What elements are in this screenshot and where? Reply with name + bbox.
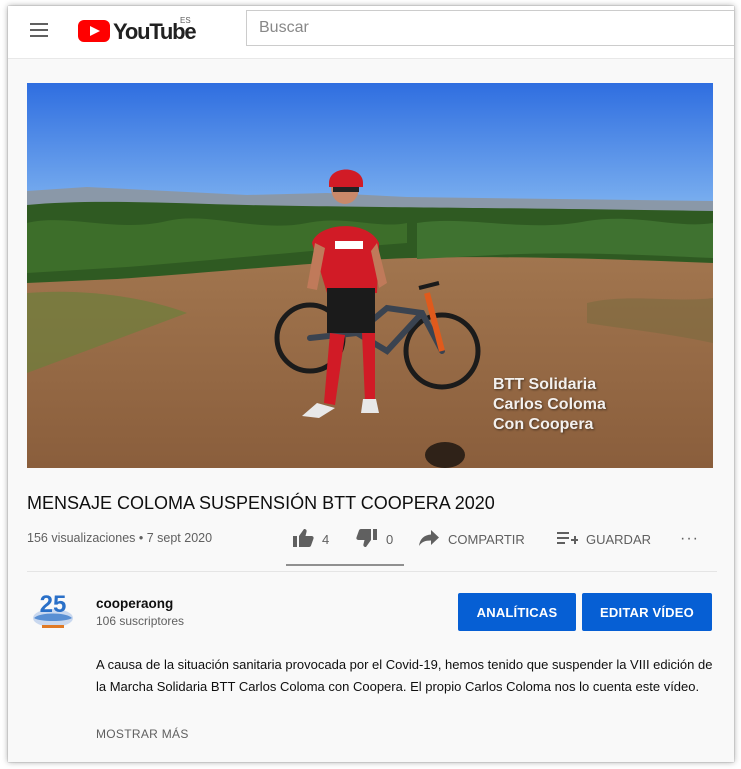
- subscriber-count: 106 suscriptores: [96, 614, 185, 628]
- save-button[interactable]: GUARDAR: [556, 527, 651, 551]
- youtube-logo[interactable]: YouTube ES: [78, 16, 208, 46]
- share-label: COMPARTIR: [448, 531, 525, 547]
- overlay-line: Carlos Coloma: [493, 396, 606, 413]
- share-button[interactable]: COMPARTIR: [418, 527, 525, 551]
- youtube-page: YouTube ES Buscar BTT Solidaria Carlos C…: [8, 6, 734, 762]
- dislike-count: 0: [386, 531, 394, 547]
- overlay-line: Con Coopera: [493, 416, 594, 433]
- playlist-add-icon: [556, 529, 579, 550]
- thumb-down-icon: [356, 528, 378, 551]
- more-actions-button[interactable]: ···: [680, 527, 699, 551]
- save-label: GUARDAR: [586, 531, 652, 547]
- share-arrow-icon: [418, 529, 440, 550]
- youtube-play-icon: [78, 20, 110, 42]
- video-player[interactable]: BTT Solidaria Carlos Coloma Con Coopera: [27, 83, 713, 468]
- dislike-button[interactable]: 0: [356, 527, 393, 551]
- divider: [27, 571, 717, 572]
- like-count: 4: [322, 531, 330, 547]
- video-thumbnail: [27, 83, 713, 468]
- edit-video-button[interactable]: EDITAR VÍDEO: [582, 593, 712, 631]
- video-description: A causa de la situación sanitaria provoc…: [96, 657, 713, 694]
- channel-name[interactable]: cooperaong: [96, 596, 173, 611]
- masthead: YouTube ES: [8, 6, 734, 59]
- channel-avatar[interactable]: 25: [30, 586, 76, 632]
- show-more-button[interactable]: MOSTRAR MÁS: [96, 727, 189, 741]
- like-button[interactable]: 4: [292, 527, 329, 551]
- video-overlay-text: BTT Solidaria Carlos Coloma Con Coopera: [493, 375, 606, 435]
- analytics-button[interactable]: ANALÍTICAS: [458, 593, 576, 631]
- video-meta: 156 visualizaciones • 7 sept 2020: [27, 531, 213, 545]
- thumb-up-icon: [292, 528, 314, 551]
- logo-region: ES: [180, 16, 191, 25]
- more-icon: ···: [680, 530, 699, 547]
- hamburger-menu-icon[interactable]: [28, 20, 50, 38]
- sentiment-bar: [286, 564, 404, 566]
- video-title: MENSAJE COLOMA SUSPENSIÓN BTT COOPERA 20…: [27, 493, 495, 513]
- overlay-line: BTT Solidaria: [493, 376, 597, 393]
- avatar-number: 25: [40, 591, 67, 618]
- search-input[interactable]: [246, 10, 734, 46]
